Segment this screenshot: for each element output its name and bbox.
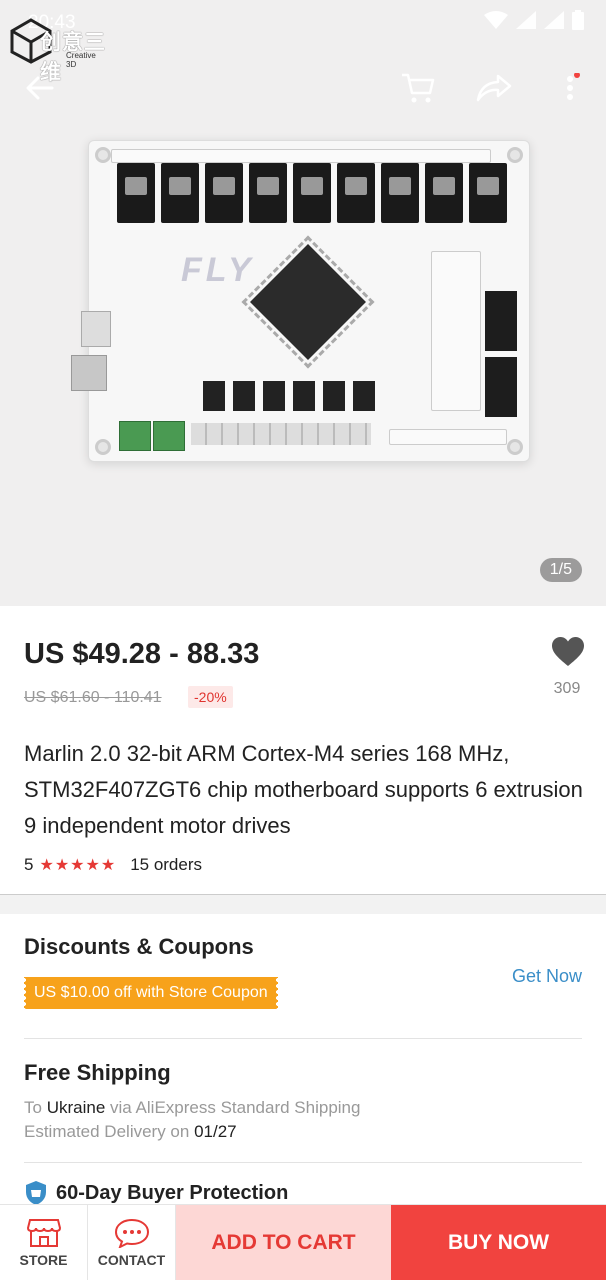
delivery-estimate: Estimated Delivery on 01/27 xyxy=(24,1122,237,1142)
pin-header xyxy=(485,291,517,351)
system-icons xyxy=(484,10,584,30)
connector-block xyxy=(431,251,481,411)
power-terminal xyxy=(153,421,185,451)
mount-hole xyxy=(507,147,523,163)
fan-connectors xyxy=(389,429,507,445)
back-button[interactable] xyxy=(16,64,64,112)
contact-tab[interactable]: CONTACT xyxy=(88,1205,176,1280)
pin-header xyxy=(485,357,517,417)
protection-title: 60-Day Buyer Protection xyxy=(56,1181,289,1204)
stepper-driver xyxy=(249,163,287,223)
wishlist-button[interactable] xyxy=(548,636,588,673)
product-image: FLY xyxy=(71,140,530,462)
stepper-driver xyxy=(381,163,419,223)
rating-value: 5 xyxy=(24,855,34,874)
stepper-driver xyxy=(205,163,243,223)
discount-badge: -20% xyxy=(188,686,233,708)
stepper-driver xyxy=(161,163,199,223)
mcu-chip xyxy=(250,244,366,360)
board-label: FLY xyxy=(181,251,255,289)
stepper-driver xyxy=(425,163,463,223)
wishlist-count: 309 xyxy=(553,680,581,697)
signal-icon xyxy=(544,11,564,29)
buyer-protection[interactable]: 60-Day Buyer Protection xyxy=(24,1180,288,1206)
store-logo: 创意三维 Creative 3D xyxy=(8,18,108,84)
sd-slot xyxy=(81,311,111,347)
store-label: STORE xyxy=(19,1252,68,1268)
ship-to-label: To xyxy=(24,1098,42,1117)
power-terminal xyxy=(119,421,151,451)
share-icon xyxy=(476,74,512,102)
store-tab[interactable]: STORE xyxy=(0,1205,88,1280)
buy-now-button[interactable]: BUY NOW xyxy=(391,1205,606,1280)
cart-icon xyxy=(402,73,435,103)
ship-country: Ukraine xyxy=(46,1098,106,1117)
star-icons: ★★★★★ xyxy=(39,857,117,874)
stepper-driver xyxy=(293,163,331,223)
mosfet xyxy=(263,381,285,411)
rating-row[interactable]: 5 ★★★★★ 15 orders xyxy=(24,855,202,875)
product-image-gallery[interactable]: FLY 20:43 创意三维 Creative 3D 1/5 xyxy=(0,0,606,606)
ship-method: via AliExpress Standard Shipping xyxy=(110,1098,361,1117)
mosfet xyxy=(293,381,315,411)
connector-strip xyxy=(111,149,491,163)
arrow-left-icon xyxy=(26,76,54,100)
contact-label: CONTACT xyxy=(97,1252,166,1268)
divider xyxy=(24,1162,582,1163)
battery-icon xyxy=(572,10,584,30)
divider xyxy=(24,1038,582,1039)
mosfet xyxy=(323,381,345,411)
heart-icon xyxy=(552,637,584,666)
stepper-driver xyxy=(117,163,155,223)
shield-icon xyxy=(26,1181,46,1205)
orders-count: 15 orders xyxy=(130,855,203,874)
more-vertical-icon xyxy=(567,73,580,100)
get-coupon-link[interactable]: Get Now xyxy=(512,966,582,987)
wifi-icon xyxy=(484,11,508,29)
eta-label: Estimated Delivery on xyxy=(24,1122,190,1141)
more-button[interactable] xyxy=(546,64,594,112)
mosfet xyxy=(233,381,255,411)
shipping-title[interactable]: Free Shipping xyxy=(24,1060,171,1086)
eta-date: 01/27 xyxy=(194,1122,237,1141)
stepper-driver xyxy=(337,163,375,223)
mount-hole xyxy=(507,439,523,455)
discounts-title: Discounts & Coupons xyxy=(24,934,254,959)
image-counter: 1/5 xyxy=(539,558,582,582)
add-to-cart-button[interactable]: ADD TO CART xyxy=(176,1205,391,1280)
section-divider xyxy=(0,894,606,914)
share-button[interactable] xyxy=(470,64,518,112)
original-price: US $61.60 - 110.41 xyxy=(24,689,162,706)
cart-button[interactable] xyxy=(394,64,442,112)
price: US $49.28 - 88.33 xyxy=(24,638,260,670)
store-coupon[interactable]: US $10.00 off with Store Coupon xyxy=(22,977,280,1009)
mosfet xyxy=(353,381,375,411)
mount-hole xyxy=(95,147,111,163)
mount-hole xyxy=(95,439,111,455)
product-title: Marlin 2.0 32-bit ARM Cortex-M4 series 1… xyxy=(24,741,583,838)
connector-row xyxy=(191,423,371,445)
bottom-action-bar: STORE CONTACT ADD TO CART BUY NOW xyxy=(0,1204,606,1280)
shipping-destination[interactable]: To Ukraine via AliExpress Standard Shipp… xyxy=(24,1098,360,1118)
store-icon xyxy=(26,1219,61,1247)
chat-icon xyxy=(114,1218,149,1248)
logo-text-en: Creative 3D xyxy=(66,51,96,69)
stepper-driver xyxy=(469,163,507,223)
mosfet xyxy=(203,381,225,411)
usb-port xyxy=(71,355,107,391)
signal-icon xyxy=(516,11,536,29)
